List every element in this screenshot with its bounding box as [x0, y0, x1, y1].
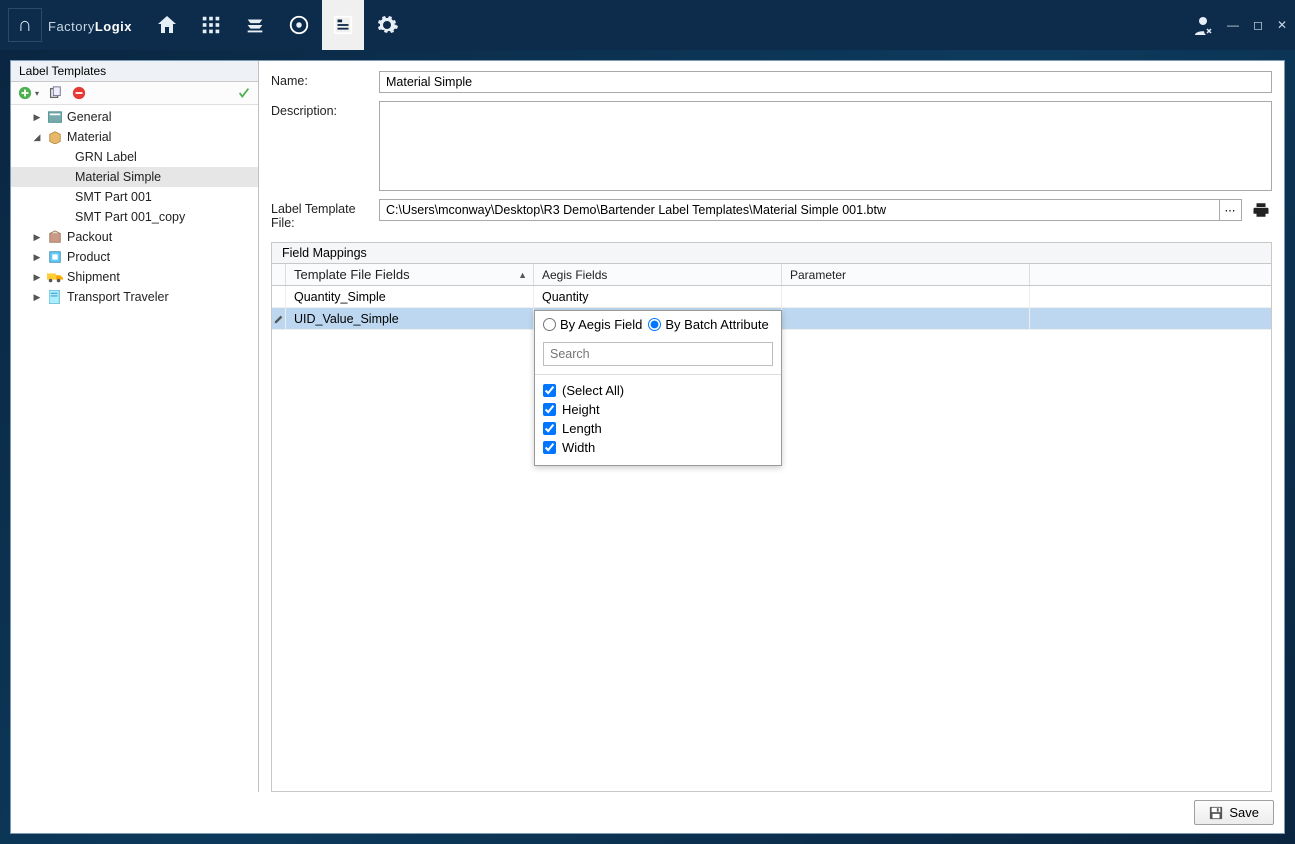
option-checkbox[interactable]: [543, 403, 556, 416]
dropdown-search-input[interactable]: [543, 342, 773, 366]
tree-leaf[interactable]: GRN Label: [11, 147, 258, 167]
file-path-input[interactable]: [379, 199, 1220, 221]
app-brand: FactoryLogix: [48, 14, 132, 37]
option-checkbox[interactable]: [543, 384, 556, 397]
app-logo: ∩: [8, 8, 42, 42]
doc-icon: [47, 289, 63, 305]
tree-node[interactable]: ▶ General: [11, 107, 258, 127]
editor-panel: Name: Description: Label Template File: …: [259, 61, 1284, 792]
gear-icon[interactable]: [366, 0, 408, 50]
tree-node[interactable]: ▶ Transport Traveler: [11, 287, 258, 307]
box-icon: [47, 129, 63, 145]
workspace: Label Templates ▾ ▶ General ◢ Material GRN L…: [10, 60, 1285, 834]
col-parameter[interactable]: Parameter: [782, 264, 1030, 285]
footer: Save: [11, 792, 1284, 833]
window-close[interactable]: ✕: [1277, 18, 1287, 32]
expander-icon[interactable]: ▶: [31, 292, 43, 303]
window-maximize[interactable]: ◻: [1253, 18, 1263, 32]
description-label: Description:: [271, 101, 379, 118]
template-tree[interactable]: ▶ General ◢ Material GRN Label Material Simpl…: [11, 105, 258, 792]
dropdown-option[interactable]: Length: [543, 419, 773, 438]
user-icon[interactable]: [1187, 0, 1219, 50]
tree-label: Transport Traveler: [67, 290, 169, 304]
print-icon[interactable]: [1250, 199, 1272, 221]
parameter-cell[interactable]: [782, 308, 1030, 329]
templates-icon[interactable]: [322, 0, 364, 50]
card-icon: [47, 109, 63, 125]
tree-leaf[interactable]: SMT Part 001_copy: [11, 207, 258, 227]
home-icon[interactable]: [146, 0, 188, 50]
save-button-label: Save: [1229, 805, 1259, 820]
save-button[interactable]: Save: [1194, 800, 1274, 825]
expander-icon[interactable]: ◢: [31, 132, 43, 143]
grid-icon[interactable]: [190, 0, 232, 50]
prod-icon: [47, 249, 63, 265]
col-aegis-fields[interactable]: Aegis Fields: [534, 264, 782, 285]
option-label: Height: [562, 402, 600, 417]
target-icon[interactable]: [278, 0, 320, 50]
tree-label: Shipment: [67, 270, 120, 284]
tree-label: Product: [67, 250, 110, 264]
delete-icon[interactable]: [71, 85, 87, 101]
option-label: Width: [562, 440, 595, 455]
option-label: Length: [562, 421, 602, 436]
left-panel-title: Label Templates: [11, 61, 258, 82]
mapping-row[interactable]: Quantity_SimpleQuantity: [272, 286, 1271, 308]
label-templates-panel: Label Templates ▾ ▶ General ◢ Material GRN L…: [11, 61, 259, 792]
radio-by-aegis-field[interactable]: By Aegis Field: [543, 317, 642, 332]
field-mappings: Field Mappings Template File Fields▲ Aeg…: [271, 242, 1272, 792]
window-minimize[interactable]: —: [1227, 18, 1239, 32]
template-field-cell[interactable]: Quantity_Simple: [286, 286, 534, 307]
tree-label: SMT Part 001_copy: [75, 210, 185, 224]
expander-icon[interactable]: ▶: [31, 232, 43, 243]
tree-leaf[interactable]: SMT Part 001: [11, 187, 258, 207]
copy-icon[interactable]: [47, 85, 63, 101]
col-template-fields[interactable]: Template File Fields▲: [286, 264, 534, 285]
stack-icon[interactable]: [234, 0, 276, 50]
parameter-cell[interactable]: [782, 286, 1030, 307]
tree-label: Packout: [67, 230, 112, 244]
option-checkbox[interactable]: [543, 422, 556, 435]
save-icon: [1209, 806, 1223, 820]
field-mappings-title: Field Mappings: [272, 243, 1271, 264]
tree-label: GRN Label: [75, 150, 137, 164]
dropdown-option[interactable]: (Select All): [543, 381, 773, 400]
tree-node[interactable]: ◢ Material: [11, 127, 258, 147]
name-input[interactable]: [379, 71, 1272, 93]
truck-icon: [47, 269, 63, 285]
tree-label: Material Simple: [75, 170, 161, 184]
radio-by-batch-attribute[interactable]: By Batch Attribute: [648, 317, 768, 332]
titlebar: ∩ FactoryLogix — ◻ ✕: [0, 0, 1295, 50]
option-checkbox[interactable]: [543, 441, 556, 454]
left-toolbar: ▾: [11, 82, 258, 105]
aegis-field-cell[interactable]: Quantity: [534, 286, 782, 307]
expander-icon[interactable]: ▶: [31, 112, 43, 123]
tree-node[interactable]: ▶ Shipment: [11, 267, 258, 287]
tree-label: General: [67, 110, 111, 124]
expander-icon[interactable]: ▶: [31, 252, 43, 263]
file-label: Label Template File:: [271, 199, 379, 230]
tree-label: Material: [67, 130, 111, 144]
description-input[interactable]: [379, 101, 1272, 191]
expander-icon[interactable]: ▶: [31, 272, 43, 283]
aegis-field-dropdown[interactable]: By Aegis Field By Batch Attribute (Selec…: [534, 310, 782, 466]
tree-node[interactable]: ▶ Product: [11, 247, 258, 267]
dropdown-option[interactable]: Height: [543, 400, 773, 419]
option-label: (Select All): [562, 383, 624, 398]
grid-header: Template File Fields▲ Aegis Fields Param…: [272, 264, 1271, 286]
tree-label: SMT Part 001: [75, 190, 152, 204]
template-field-cell[interactable]: UID_Value_Simple: [286, 308, 534, 329]
browse-button[interactable]: ⋯: [1220, 199, 1242, 221]
add-icon[interactable]: [17, 85, 33, 101]
tree-node[interactable]: ▶ Packout: [11, 227, 258, 247]
check-icon[interactable]: [236, 85, 252, 101]
tree-leaf[interactable]: Material Simple: [11, 167, 258, 187]
name-label: Name:: [271, 71, 379, 88]
dropdown-option[interactable]: Width: [543, 438, 773, 457]
pkg-icon: [47, 229, 63, 245]
